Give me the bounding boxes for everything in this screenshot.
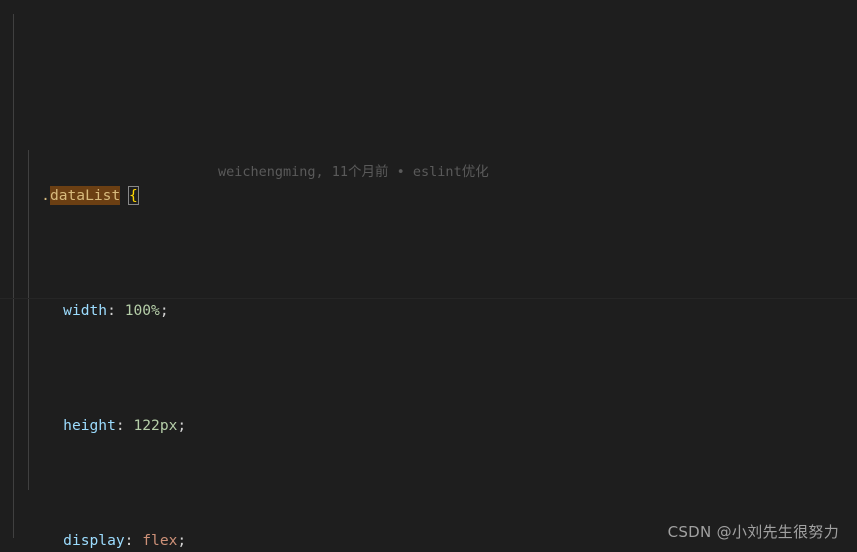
semicolon: ; — [177, 417, 187, 434]
code-editor-viewport[interactable]: .dataList { weichengming, 11个月前 • eslint… — [0, 0, 857, 552]
value-height: 122px — [133, 417, 178, 434]
property-height: height — [63, 417, 116, 434]
property-display: display — [63, 532, 125, 549]
colon: : — [107, 302, 116, 319]
open-brace-matched: { — [128, 186, 139, 205]
semicolon: ; — [177, 532, 187, 549]
code-line-width[interactable]: width: 100%; — [0, 276, 857, 319]
code-line-height[interactable]: height: 122px; — [0, 391, 857, 434]
git-blame-annotation[interactable]: weichengming, 11个月前 • eslint优化 — [218, 161, 489, 184]
colon: : — [115, 417, 125, 434]
value-display: flex — [142, 532, 178, 549]
csdn-watermark: CSDN @小刘先生很努力 — [667, 523, 839, 541]
property-width: width — [63, 302, 108, 319]
semicolon: ; — [159, 302, 169, 319]
code-line-selector[interactable]: .dataList { weichengming, 11个月前 • eslint… — [0, 161, 857, 205]
value-width: 100% — [124, 302, 160, 319]
selector-dot: . — [41, 187, 50, 204]
selector-name[interactable]: dataList — [49, 186, 121, 205]
